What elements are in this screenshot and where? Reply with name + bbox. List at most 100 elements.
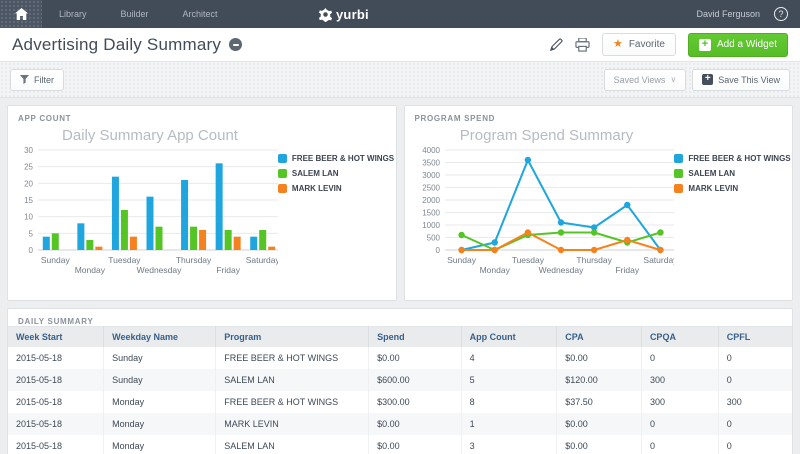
column-header[interactable]: CPQA <box>641 326 719 347</box>
table-cell: $0.00 <box>368 435 462 454</box>
table-cell: Monday <box>103 413 217 435</box>
svg-text:10: 10 <box>24 213 33 222</box>
svg-text:3500: 3500 <box>422 159 440 168</box>
table-row[interactable]: 2015-05-18 Sunday FREE BEER & HOT WINGS $0.… <box>8 347 792 369</box>
page-title: Advertising Daily Summary <box>12 34 222 54</box>
filter-label: Filter <box>34 74 54 85</box>
svg-text:Thursday: Thursday <box>576 255 612 265</box>
legend-item[interactable]: FREE BEER & HOT WINGS <box>674 154 791 163</box>
view-toolbar: Filter Saved Views ∨ + Save This View <box>0 62 800 98</box>
bar-chart-svg: 0 5 10 15 20 25 30 Sunday MondayTuesdayWednesday… <box>24 146 278 275</box>
legend-label: SALEM LAN <box>291 169 339 178</box>
table-cell: 2015-05-18 <box>8 347 105 369</box>
nav-item-architect[interactable]: Architect <box>166 0 235 28</box>
svg-text:1000: 1000 <box>422 221 440 230</box>
svg-text:0: 0 <box>435 246 440 255</box>
column-header[interactable]: Program <box>215 326 370 347</box>
widget-label: DAILY SUMMARY <box>18 317 94 326</box>
filter-button[interactable]: Filter <box>10 68 64 91</box>
table-cell: 0 <box>641 413 719 435</box>
program-spend-widget: PROGRAM SPEND Program Spend Summary 0 500… <box>403 105 793 301</box>
svg-text:Monday: Monday <box>75 265 106 275</box>
table-cell: 2015-05-18 <box>8 435 105 454</box>
table-cell: $0.00 <box>368 413 462 435</box>
title-bar: Advertising Daily Summary ★ Favorite + A… <box>0 28 800 62</box>
legend-swatch-icon <box>674 184 684 193</box>
chart-title: Daily Summary App Count <box>62 127 238 144</box>
legend-swatch-icon <box>674 154 684 163</box>
legend-item[interactable]: MARK LEVIN <box>277 184 392 193</box>
filter-icon <box>20 75 29 84</box>
collapse-icon[interactable] <box>229 38 243 51</box>
nav-item-builder[interactable]: Builder <box>104 0 166 28</box>
table-cell: 0 <box>641 435 719 454</box>
save-this-view-button[interactable]: + Save This View <box>692 68 790 91</box>
table-cell: 0 <box>726 353 732 363</box>
edit-button[interactable] <box>549 38 563 51</box>
column-header[interactable]: CPA <box>556 326 642 347</box>
column-header[interactable]: CPFL <box>718 326 792 347</box>
table-cell: FREE BEER & HOT WINGS <box>215 347 370 369</box>
svg-text:30: 30 <box>24 146 33 155</box>
table-cell: 0 <box>726 419 732 429</box>
svg-text:Wednesday: Wednesday <box>137 265 182 275</box>
table-cell: Sunday <box>103 369 217 391</box>
svg-text:4000: 4000 <box>422 146 440 155</box>
dashboard-content: APP COUNT Daily Summary App Count 0 5 10 15… <box>0 98 800 454</box>
home-button[interactable] <box>0 0 42 28</box>
chevron-down-icon: ∨ <box>670 75 677 84</box>
table-cell: 0 <box>726 441 732 451</box>
table-row[interactable]: 2015-05-18 Monday MARK LEVIN $0.00 1 $0.00 0 0 <box>8 413 792 435</box>
legend-swatch-icon <box>277 184 287 193</box>
table-cell: 300 <box>726 397 742 407</box>
table-cell: $0.00 <box>556 413 642 435</box>
svg-text:25: 25 <box>24 163 33 172</box>
printer-icon <box>575 37 590 52</box>
favorite-button[interactable]: ★ Favorite <box>601 33 676 56</box>
help-icon[interactable]: ? <box>774 7 788 21</box>
svg-text:Saturday: Saturday <box>246 255 278 265</box>
legend-label: SALEM LAN <box>688 169 736 178</box>
widget-label: PROGRAM SPEND <box>414 114 496 123</box>
saved-views-dropdown[interactable]: Saved Views ∨ <box>603 68 687 91</box>
table-cell: 5 <box>461 369 558 391</box>
column-header[interactable]: Spend <box>368 326 462 347</box>
add-widget-label: Add a Widget <box>716 39 777 50</box>
table-row[interactable]: 2015-05-18 Sunday SALEM LAN $600.00 5 $120.00… <box>8 369 792 391</box>
table-cell: 2015-05-18 <box>8 391 105 413</box>
user-menu[interactable]: David Ferguson <box>696 9 760 19</box>
add-widget-button[interactable]: + Add a Widget <box>687 32 788 57</box>
yurbi-logo[interactable]: yurbi <box>318 0 369 28</box>
legend-item[interactable]: FREE BEER & HOT WINGS <box>277 154 394 163</box>
column-header[interactable]: App Count <box>461 326 558 347</box>
pencil-icon <box>549 38 563 51</box>
legend-swatch-icon <box>277 154 287 163</box>
nav-item-library[interactable]: Library <box>42 0 104 28</box>
table-cell: $37.50 <box>556 391 642 413</box>
svg-text:Friday: Friday <box>615 265 639 275</box>
column-header[interactable]: Week Start <box>8 326 105 347</box>
svg-text:3000: 3000 <box>422 171 440 180</box>
svg-text:1500: 1500 <box>422 209 440 218</box>
column-header[interactable]: Weekday Name <box>103 326 217 347</box>
table-cell: 3 <box>461 435 558 454</box>
chart-title: Program Spend Summary <box>459 127 634 144</box>
svg-text:Tuesday: Tuesday <box>511 255 544 265</box>
home-icon <box>14 8 28 20</box>
table-row[interactable]: 2015-05-18 Monday SALEM LAN $0.00 3 $0.00 0 0 <box>8 435 792 454</box>
print-button[interactable] <box>575 37 590 52</box>
legend-item[interactable]: MARK LEVIN <box>674 184 788 193</box>
legend-item[interactable]: SALEM LAN <box>277 169 392 178</box>
svg-text:Sunday: Sunday <box>447 255 477 265</box>
svg-text:Wednesday: Wednesday <box>538 265 583 275</box>
svg-text:Saturday: Saturday <box>643 255 674 265</box>
svg-text:Thursday: Thursday <box>176 255 212 265</box>
legend-item[interactable]: SALEM LAN <box>674 169 788 178</box>
table-cell: 300 <box>641 391 719 413</box>
legend-swatch-icon <box>277 169 287 178</box>
table-row[interactable]: 2015-05-18 Monday FREE BEER & HOT WINGS $30… <box>8 391 792 413</box>
table-cell: 300 <box>641 369 719 391</box>
chart-legend: FREE BEER & HOT WINGS SALEM LAN MARK LEVIN <box>277 144 394 276</box>
star-icon: ★ <box>612 38 623 50</box>
svg-text:Tuesday: Tuesday <box>108 255 141 265</box>
